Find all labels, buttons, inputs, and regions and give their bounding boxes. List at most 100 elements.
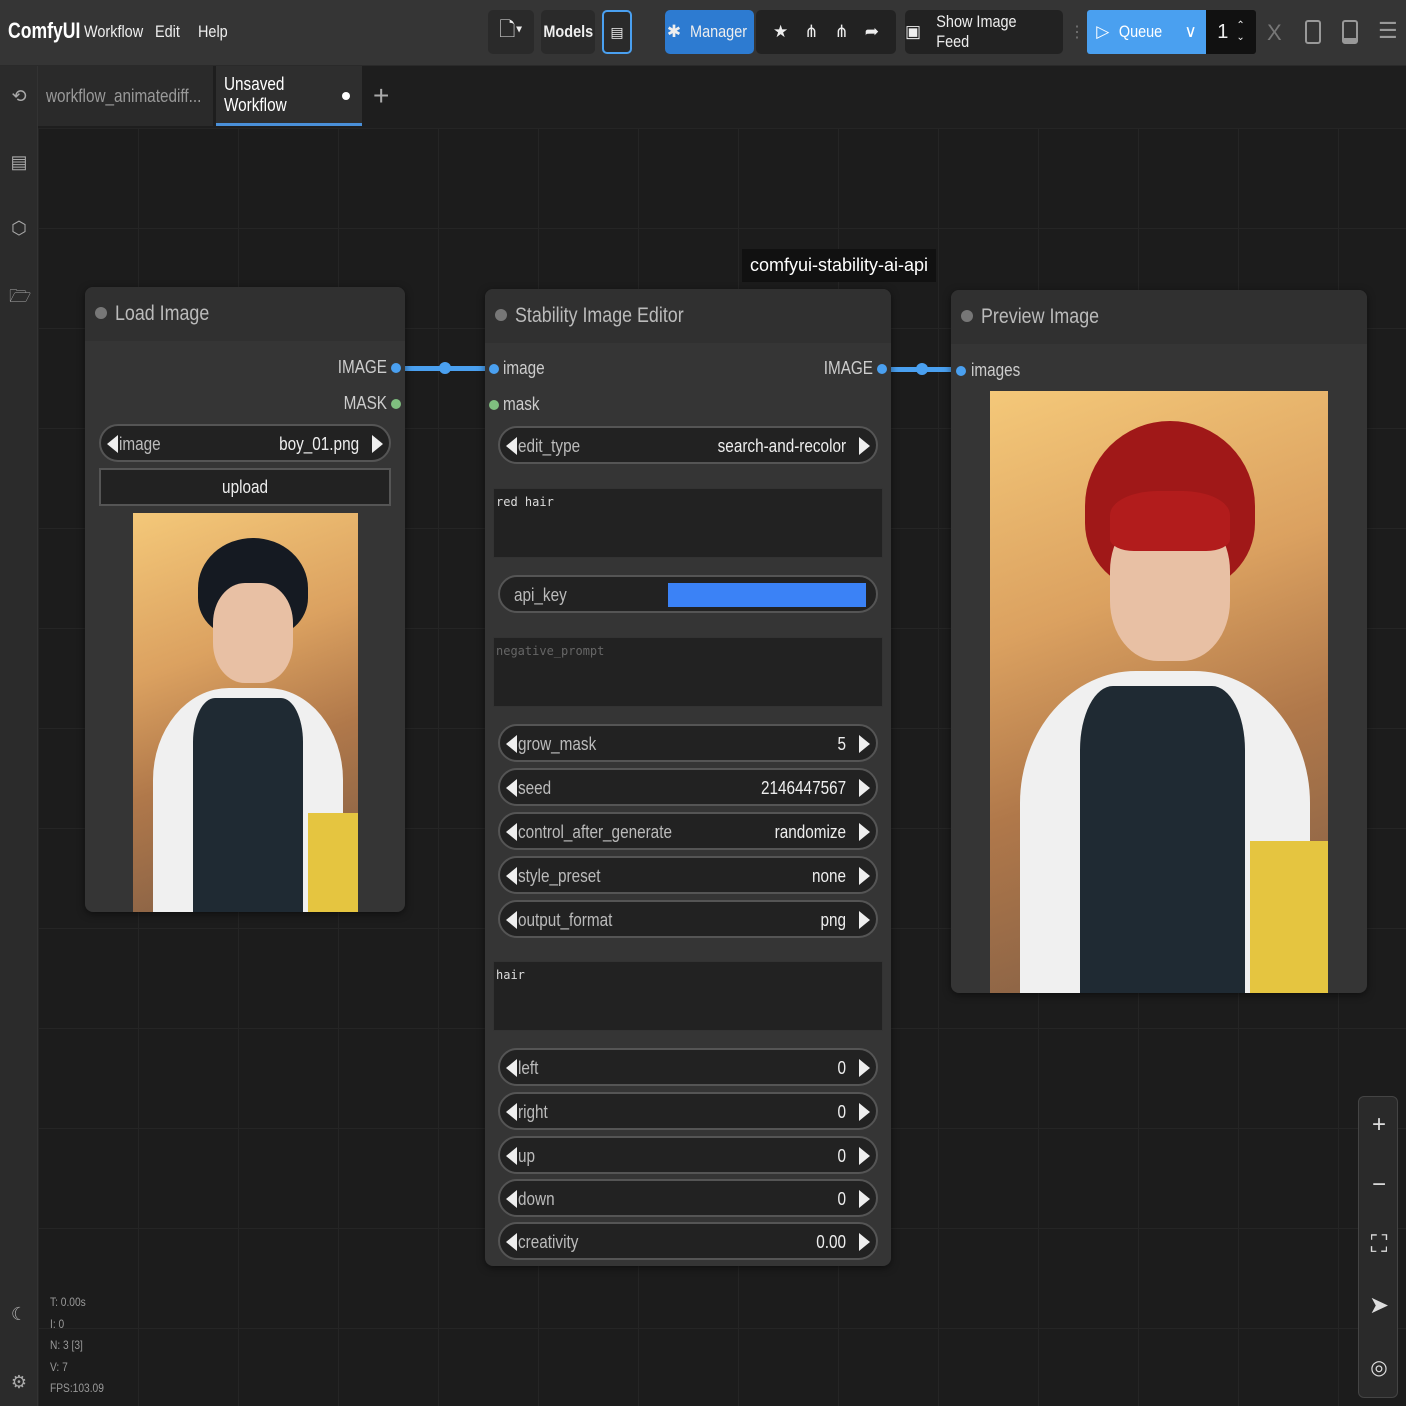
output-image-slot[interactable]	[391, 363, 401, 373]
decrement-arrow-icon[interactable]	[506, 735, 517, 753]
stability-image-editor-node[interactable]: Stability Image Editor image mask IMAGE …	[485, 289, 891, 1266]
zoom-out-icon[interactable]: −	[1359, 1171, 1399, 1199]
input-mask-slot[interactable]	[489, 400, 499, 410]
select-mode-icon[interactable]: ➤	[1359, 1291, 1399, 1320]
fit-view-icon[interactable]: ⛶	[1359, 1231, 1399, 1259]
grow-mask-widget[interactable]: grow_mask 5	[498, 724, 878, 762]
decrement-arrow-icon[interactable]	[506, 779, 517, 797]
increment-arrow-icon[interactable]	[859, 735, 870, 753]
queue-count-stepper[interactable]: 1 ⌃ ⌄	[1206, 10, 1256, 54]
negative-prompt-textarea[interactable]: negative_prompt	[493, 637, 883, 707]
workflows-folder-icon[interactable]: 🗁	[9, 284, 31, 308]
panel-toggle-icon[interactable]	[1305, 20, 1321, 44]
star-icon[interactable]: ★	[773, 22, 788, 42]
decrement-arrow-icon[interactable]	[506, 867, 517, 885]
node-header[interactable]: Load Image	[85, 287, 405, 341]
clear-queue-icon[interactable]: X	[1267, 20, 1282, 46]
output-mask-slot[interactable]	[391, 399, 401, 409]
increment-arrow-icon[interactable]	[859, 911, 870, 929]
link-midpoint[interactable]	[439, 362, 451, 374]
collapse-dot-icon[interactable]	[95, 307, 107, 319]
increment-arrow-icon[interactable]	[859, 1103, 870, 1121]
increment-arrow-icon[interactable]	[859, 1059, 870, 1077]
style-preset-widget[interactable]: style_preset none	[498, 856, 878, 894]
increment-arrow-icon[interactable]	[859, 779, 870, 797]
link-visibility-icon[interactable]: ◎	[1359, 1355, 1399, 1380]
input-images-slot[interactable]	[956, 366, 966, 376]
seed-widget[interactable]: seed 2146447567	[498, 768, 878, 806]
decrement-arrow-icon[interactable]	[506, 1233, 517, 1251]
increment-arrow-icon[interactable]	[859, 1190, 870, 1208]
increment-arrow-icon[interactable]	[859, 823, 870, 841]
new-tab-plus-icon[interactable]: +	[373, 80, 389, 112]
model-library-icon[interactable]: ⬡	[9, 218, 29, 242]
select-prompt-textarea[interactable]: hair	[493, 961, 883, 1031]
node-header[interactable]: Preview Image	[951, 290, 1367, 344]
decrement-arrow-icon[interactable]	[506, 1059, 517, 1077]
input-image-slot[interactable]	[489, 364, 499, 374]
top-bar: ComfyUI Workflow Edit Help 🗋▾ Models ▤ ✱…	[0, 0, 1406, 66]
collapse-dot-icon[interactable]	[495, 309, 507, 321]
input-images-label: images	[971, 360, 1021, 380]
history-icon[interactable]: ⟲	[9, 86, 29, 110]
menu-workflow[interactable]: Workflow	[84, 22, 143, 42]
decrement-arrow-icon[interactable]	[506, 1147, 517, 1165]
preview-image-node[interactable]: Preview Image images	[951, 290, 1367, 993]
node-a-icon[interactable]: ⋔	[804, 22, 818, 42]
decrement-arrow-icon[interactable]	[506, 911, 517, 929]
increment-arrow-icon[interactable]	[859, 1233, 870, 1251]
load-image-node[interactable]: Load Image IMAGE MASK image boy_01.png u…	[85, 287, 405, 912]
models-button[interactable]: Models	[541, 10, 595, 54]
workflow-file-button[interactable]: 🗋▾	[488, 10, 534, 54]
widget-label: creativity	[518, 1232, 579, 1252]
queue-button[interactable]: ▷ Queue ∨	[1087, 10, 1206, 54]
output-format-widget[interactable]: output_format png	[498, 900, 878, 938]
control-after-generate-widget[interactable]: control_after_generate randomize	[498, 812, 878, 850]
upload-label: upload	[222, 476, 268, 497]
down-widget[interactable]: down 0	[498, 1179, 878, 1217]
edit-type-widget[interactable]: edit_type search-and-recolor	[498, 426, 878, 464]
menu-help[interactable]: Help	[198, 22, 228, 42]
collapse-dot-icon[interactable]	[961, 310, 973, 322]
node-b-icon[interactable]: ⋔	[835, 22, 849, 42]
chevron-down-icon[interactable]: ∨	[1184, 22, 1196, 42]
hamburger-menu-icon[interactable]: ☰	[1378, 18, 1398, 44]
increment-arrow-icon[interactable]	[859, 437, 870, 455]
decrement-arrow-icon[interactable]	[506, 1190, 517, 1208]
link-midpoint[interactable]	[916, 363, 928, 375]
output-image-label: IMAGE	[337, 357, 387, 377]
prompt-textarea[interactable]: red hair	[493, 488, 883, 558]
menu-edit[interactable]: Edit	[155, 22, 180, 42]
increment-arrow-icon[interactable]	[372, 435, 383, 453]
output-image-slot[interactable]	[877, 364, 887, 374]
bottom-panel-icon[interactable]	[1342, 20, 1358, 44]
increment-arrow-icon[interactable]	[859, 867, 870, 885]
upload-button[interactable]: upload	[99, 468, 391, 506]
queue-list-icon[interactable]: ▤	[9, 152, 29, 176]
theme-toggle-icon[interactable]: ☾	[9, 1304, 29, 1328]
increment-arrow-icon[interactable]	[859, 1147, 870, 1165]
image-select-widget[interactable]: image boy_01.png	[99, 424, 391, 462]
tab-workflow-animatediff[interactable]: workflow_animatediff...	[38, 66, 213, 126]
stepper-arrows-icon[interactable]: ⌃ ⌄	[1236, 20, 1244, 44]
decrement-arrow-icon[interactable]	[506, 823, 517, 841]
tab-unsaved-workflow[interactable]: Unsaved Workflow	[216, 66, 362, 126]
left-widget[interactable]: left 0	[498, 1048, 878, 1086]
right-widget[interactable]: right 0	[498, 1092, 878, 1130]
zoom-in-icon[interactable]: +	[1359, 1111, 1399, 1139]
manager-button[interactable]: ✱ Manager	[665, 10, 754, 54]
node-header[interactable]: Stability Image Editor	[485, 289, 891, 343]
decrement-arrow-icon[interactable]	[506, 437, 517, 455]
share-icon[interactable]: ➦	[865, 22, 879, 42]
up-widget[interactable]: up 0	[498, 1136, 878, 1174]
decrement-arrow-icon[interactable]	[107, 435, 118, 453]
creativity-widget[interactable]: creativity 0.00	[498, 1222, 878, 1260]
decrement-arrow-icon[interactable]	[506, 1103, 517, 1121]
tab-label: workflow_animatediff...	[46, 85, 202, 106]
api-key-widget[interactable]: api_key	[498, 575, 878, 613]
show-image-feed-button[interactable]: ▣ Show Image Feed	[905, 10, 1063, 54]
widget-label: style_preset	[518, 866, 601, 886]
clipboard-button[interactable]: ▤	[602, 10, 632, 54]
settings-gear-icon[interactable]: ⚙	[9, 1372, 29, 1396]
input-mask-label: mask	[503, 394, 540, 414]
